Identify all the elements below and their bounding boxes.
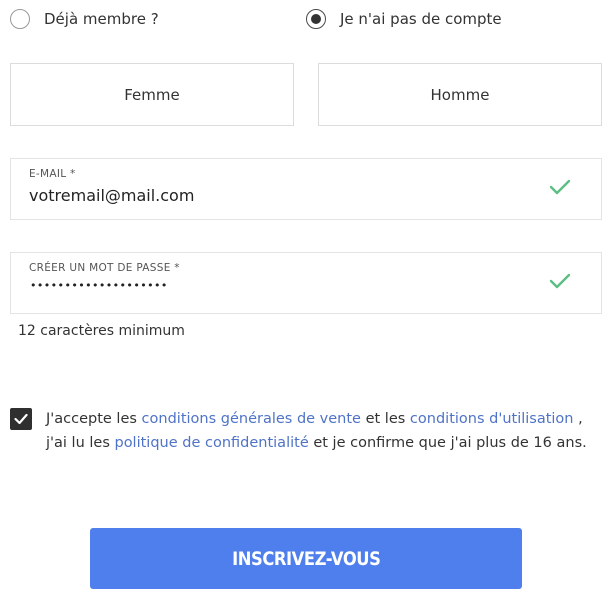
password-field[interactable]: CRÉER UN MOT DE PASSE * ••••••••••••••••… [10,252,602,314]
check-icon [549,178,571,200]
password-input[interactable]: •••••••••••••••••••• [30,279,168,292]
radio-no-account-circle[interactable] [306,9,326,29]
link-terms-of-use[interactable]: conditions d'utilisation [410,411,574,427]
gender-male-button[interactable]: Homme [318,63,602,126]
email-field-label: E-MAIL * [29,168,76,180]
terms-text-part: J'accepte les [46,411,142,427]
terms-text-part: et les [360,411,410,427]
radio-existing-member-circle[interactable] [10,9,30,29]
checkmark-icon [14,413,28,425]
password-field-label: CRÉER UN MOT DE PASSE * [29,262,180,274]
radio-selected-dot [311,14,321,24]
gender-male-label: Homme [430,85,490,104]
gender-female-button[interactable]: Femme [10,63,294,126]
password-hint: 12 caractères minimum [18,323,185,339]
link-privacy-policy[interactable]: politique de confidentialité [114,435,308,451]
submit-button-label: INSCRIVEZ-VOUS [231,547,381,570]
radio-existing-member[interactable]: Déjà membre ? [10,9,159,29]
submit-button[interactable]: INSCRIVEZ-VOUS [90,528,522,589]
check-icon [549,272,571,294]
radio-existing-member-label: Déjà membre ? [44,10,159,28]
radio-no-account-label: Je n'ai pas de compte [340,10,502,28]
terms-text-part: et je confirme que j'ai plus de 16 ans. [308,435,587,451]
email-input[interactable] [29,183,529,207]
gender-female-label: Femme [124,85,180,104]
terms-text: J'accepte les conditions générales de ve… [46,407,608,455]
link-terms-of-sale[interactable]: conditions générales de vente [142,411,361,427]
radio-no-account[interactable]: Je n'ai pas de compte [306,9,502,29]
terms-checkbox[interactable] [10,408,32,430]
email-field[interactable]: E-MAIL * [10,158,602,220]
